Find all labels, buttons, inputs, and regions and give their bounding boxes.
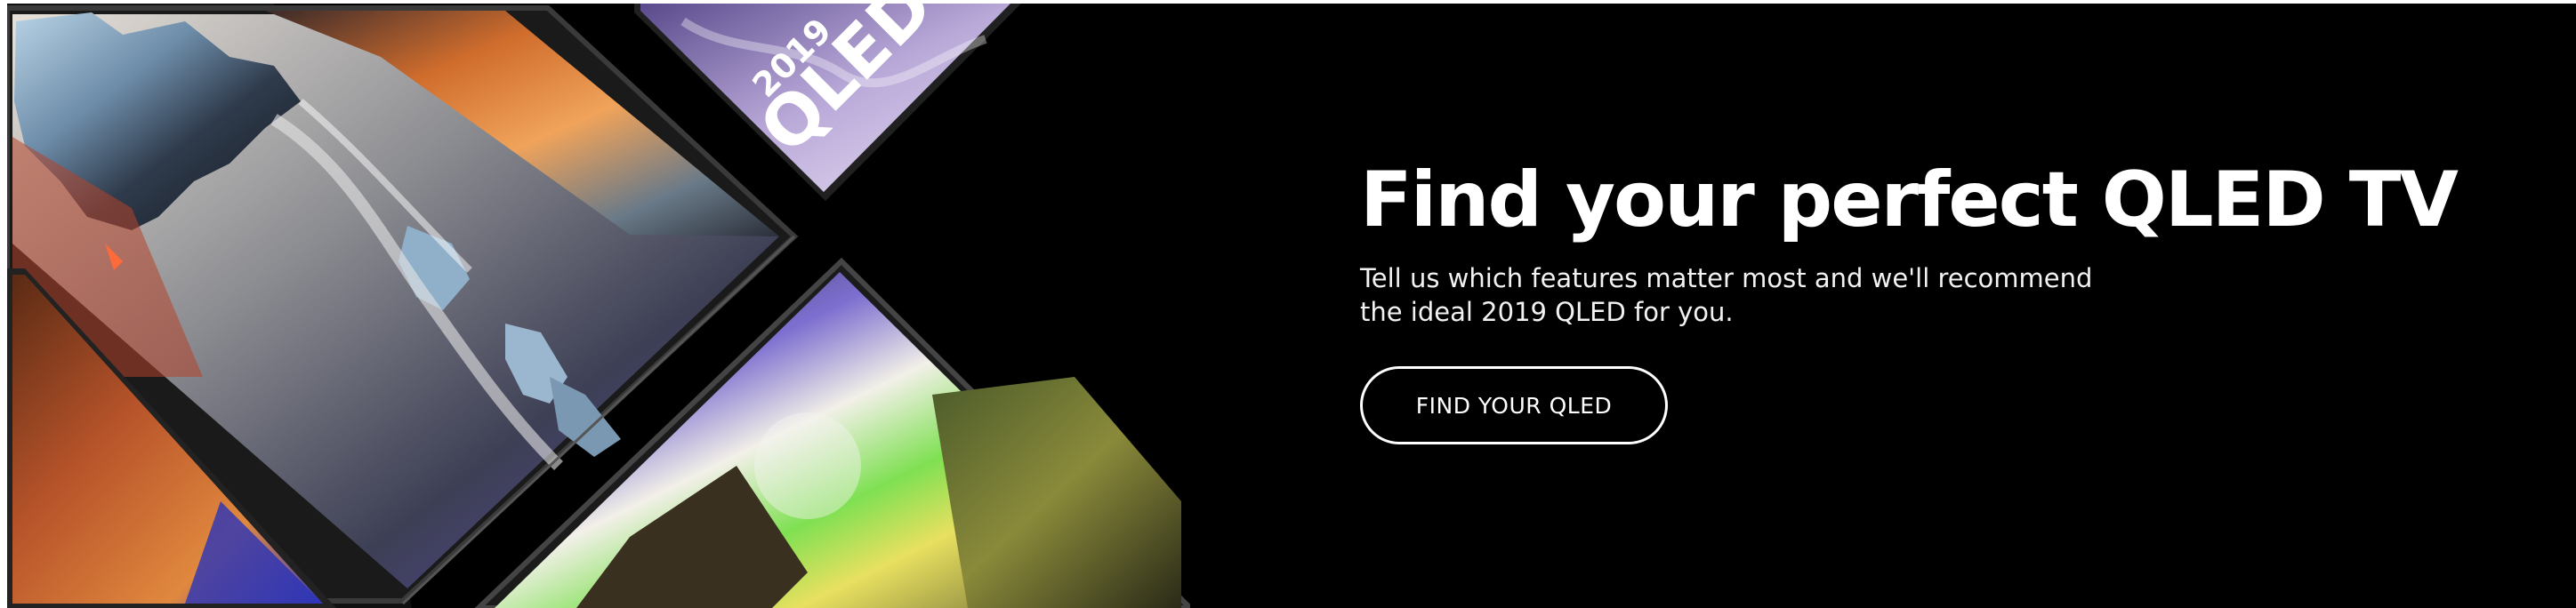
qled-tv-collage-image: 2019 QLED xyxy=(7,4,1190,608)
promo-headline: Find your perfect QLED TV xyxy=(1360,156,2459,244)
promo-banner: 2019 QLED Find your perfect QLED TV Tell… xyxy=(7,4,2576,608)
promo-subhead: Tell us which features matter most and w… xyxy=(1360,263,2093,327)
promo-content: Find your perfect QLED TV Tell us which … xyxy=(1360,156,2459,444)
find-your-qled-button[interactable]: FIND YOUR QLED xyxy=(1360,366,1668,444)
